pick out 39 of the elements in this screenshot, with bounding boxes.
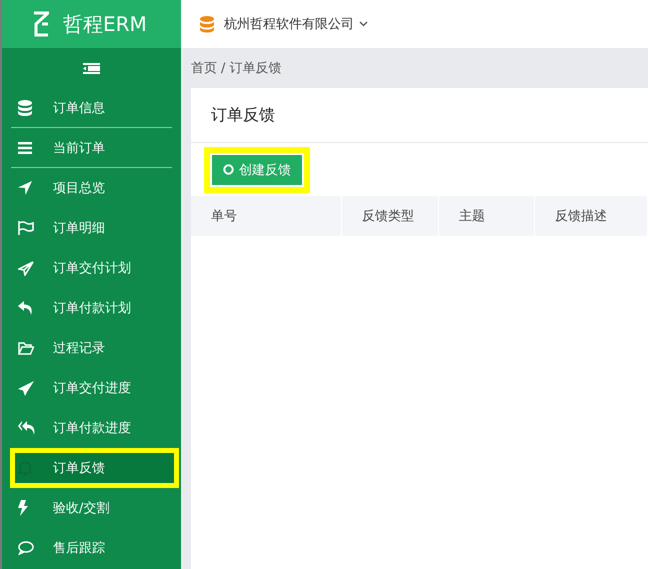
breadcrumb-link[interactable]: 首页 [191, 59, 217, 77]
reply-icon [18, 301, 33, 315]
sidebar-item[interactable]: 订单交付计划 [2, 248, 181, 288]
sidebar-item[interactable]: 过程记录 [2, 328, 181, 368]
breadcrumb-separator: / [221, 60, 226, 76]
sidebar-item[interactable]: 订单明细 [2, 208, 181, 248]
paper-plane-icon [18, 260, 34, 276]
logo-icon [33, 11, 49, 37]
create-button[interactable]: 创建反馈 [210, 152, 304, 186]
sidebar-item[interactable]: 项目总览 [2, 168, 181, 208]
company-dropdown[interactable]: 杭州哲程软件有限公司 [224, 15, 368, 33]
database-icon [18, 100, 32, 116]
column-header: 反馈描述 [535, 196, 648, 236]
column-header: 反馈类型 [342, 196, 439, 236]
sidebar-item[interactable]: 订单反馈 [10, 448, 179, 488]
paper-plane-icon [18, 380, 34, 396]
speech-bubble-icon [18, 541, 34, 555]
folder-icon [18, 342, 34, 354]
breadcrumb-current: 订单反馈 [229, 60, 282, 77]
flag-icon [18, 221, 34, 235]
chevron-down-icon [359, 21, 368, 27]
sidebar-item[interactable]: 售后跟踪 [2, 528, 181, 568]
sidebar-item[interactable]: 验收/交割 [2, 488, 181, 528]
location-arrow-icon [18, 181, 32, 195]
sidebar-item[interactable]: 订单信息 [2, 88, 181, 128]
reply-all-icon [18, 421, 35, 435]
collapse-menu-icon[interactable] [83, 62, 100, 74]
card-title: 订单反馈 [211, 104, 275, 126]
sidebar-item[interactable]: 订单交付进度 [2, 368, 181, 408]
database-icon [200, 16, 214, 32]
column-header: 单号 [191, 196, 342, 236]
menu-icon [18, 142, 32, 154]
sidebar-item[interactable]: 订单付款进度 [2, 408, 181, 448]
app-name: 哲程ERM [63, 10, 147, 38]
circle-icon [223, 164, 234, 175]
lightning-icon [18, 500, 28, 516]
sidebar-item[interactable]: 当前订单 [2, 128, 181, 168]
sidebar-item[interactable]: 订单付款计划 [2, 288, 181, 328]
column-header: 主题 [439, 196, 535, 236]
